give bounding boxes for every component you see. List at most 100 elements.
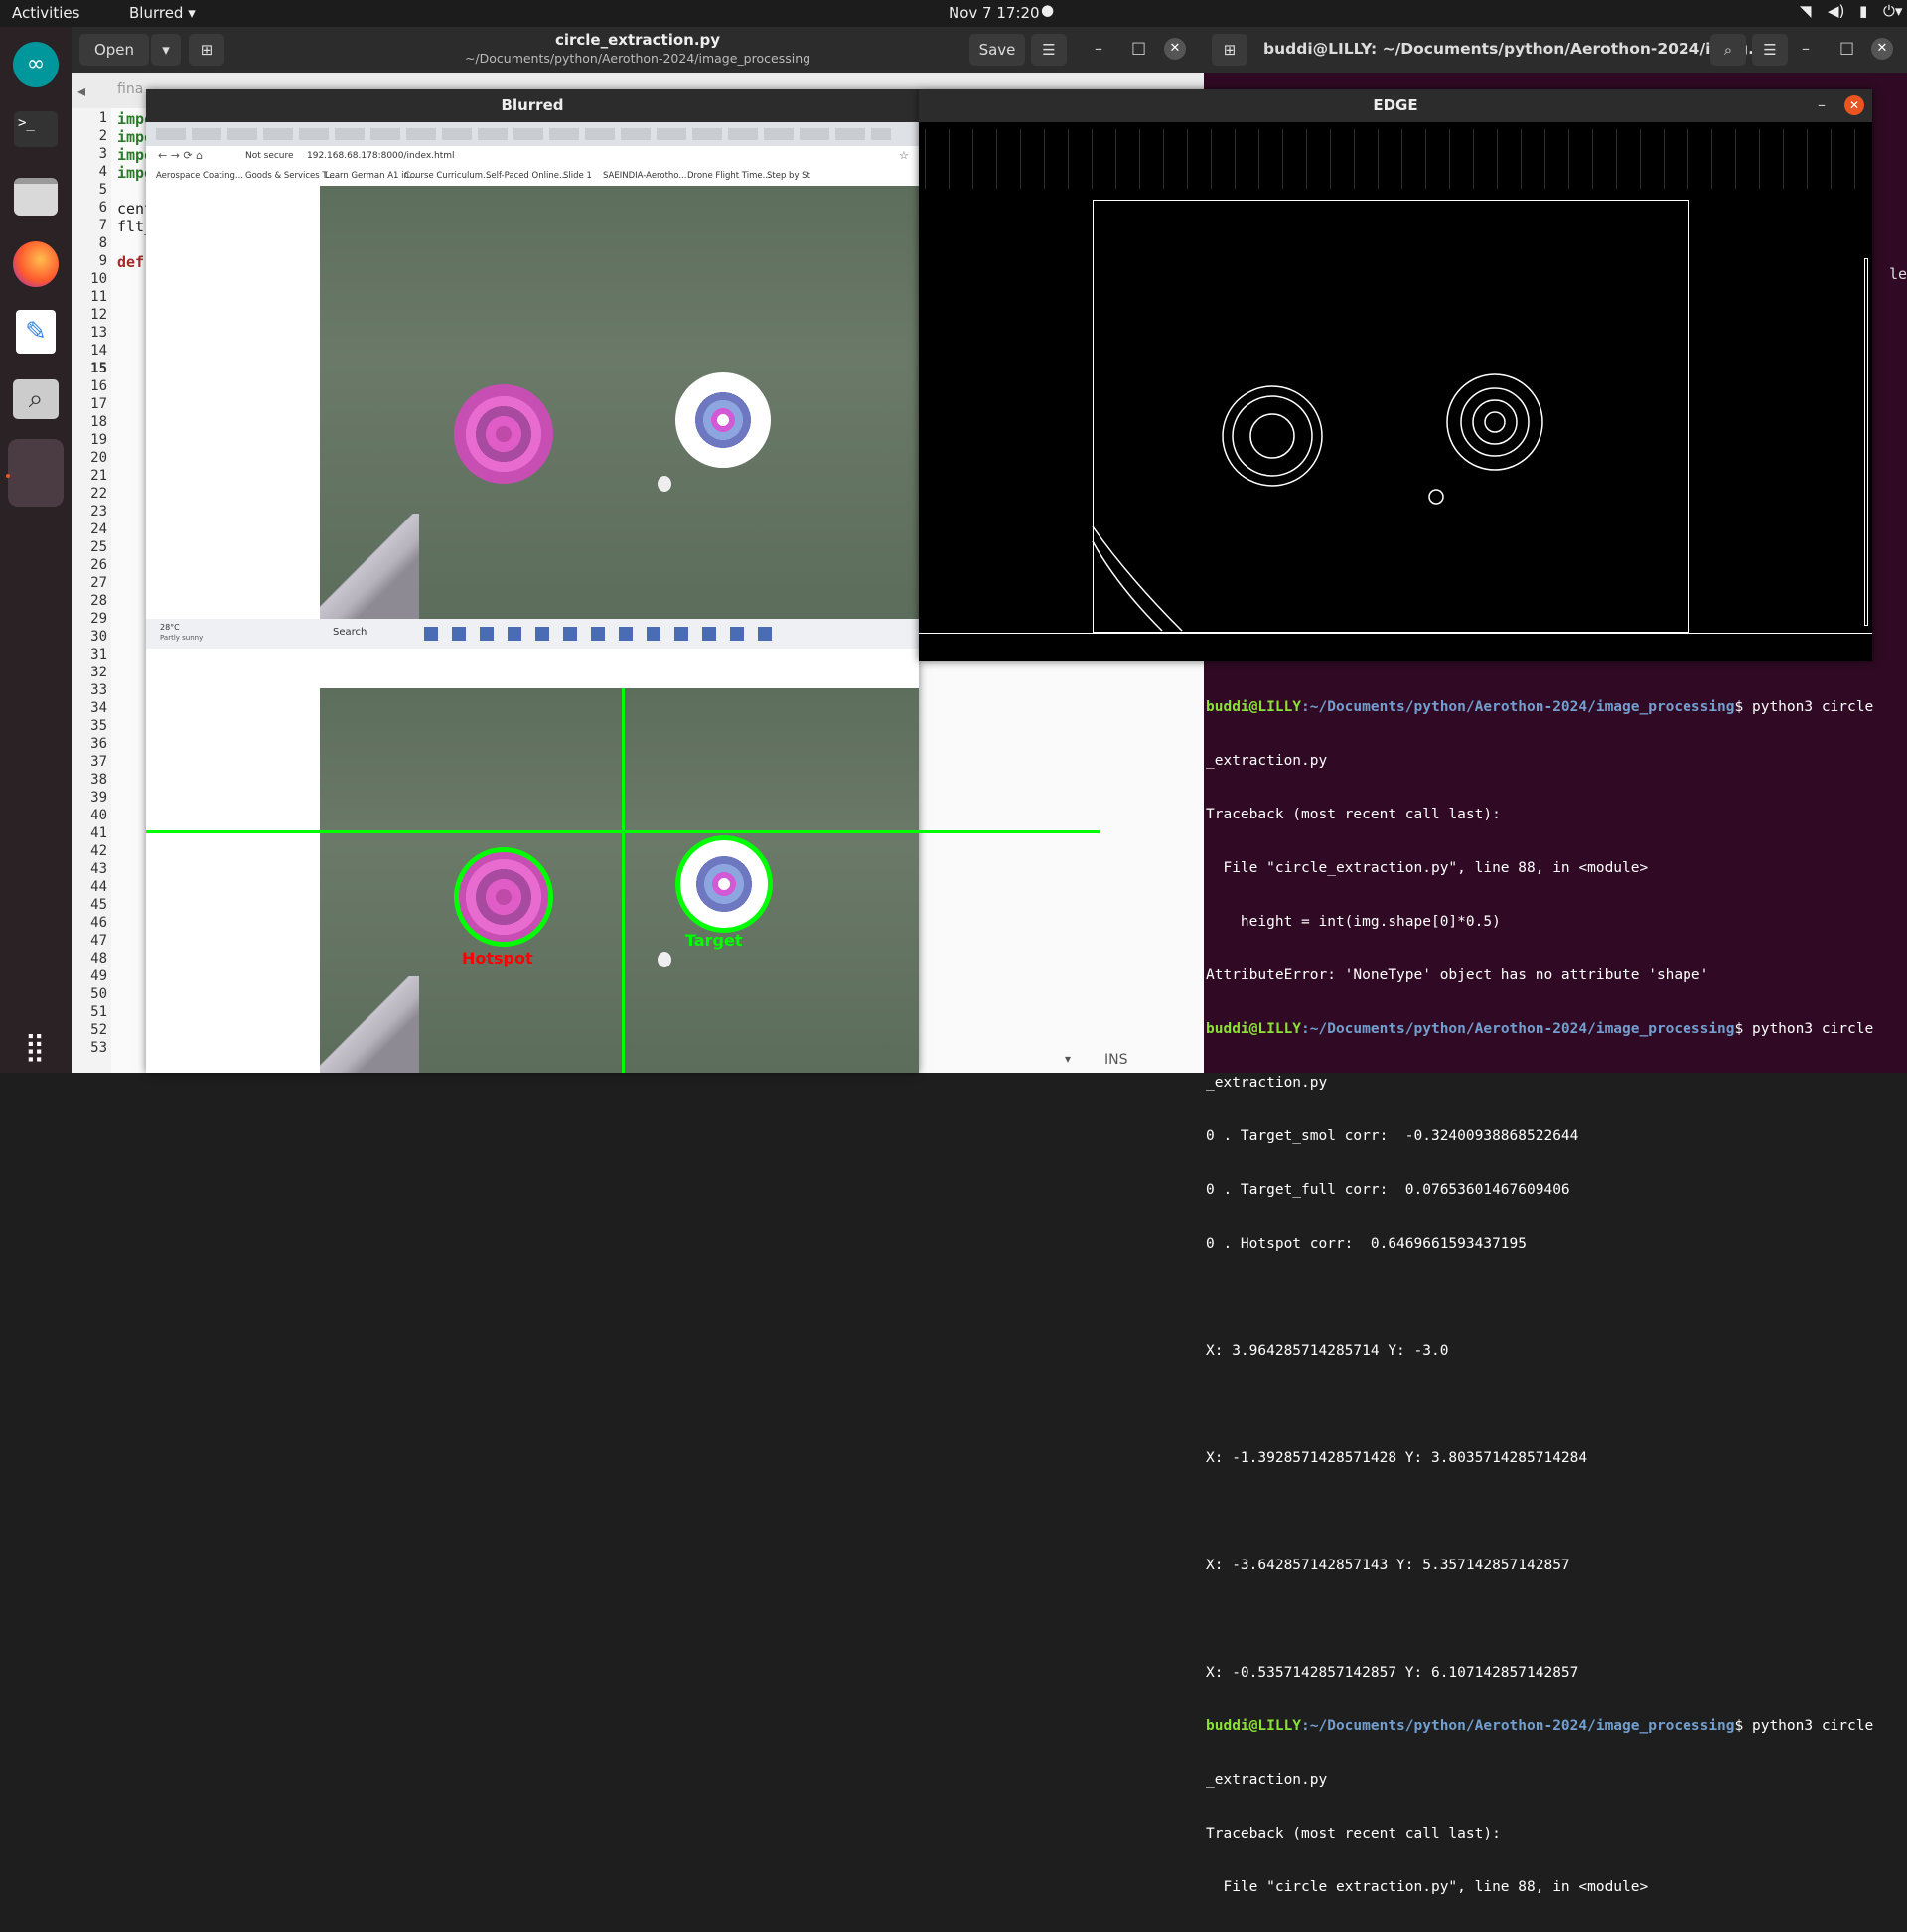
target-blur [675, 372, 771, 468]
code-line-9[interactable]: def [117, 253, 144, 271]
windows-taskbar: 28°C Partly sunny Search [146, 619, 919, 649]
line-number: 12 [90, 307, 107, 323]
terminal-partial-text: le [1889, 265, 1907, 283]
maximize-icon[interactable]: □ [1131, 38, 1146, 57]
blurred-window: Blurred ← → ⟳ ⌂ Not secure 192.168.68.17… [146, 89, 1100, 1073]
image-viewer-icon[interactable]: ⌕ [8, 372, 64, 427]
line-number: 31 [90, 647, 107, 663]
activities-button[interactable]: Activities [12, 4, 79, 22]
line-number: 11 [90, 289, 107, 305]
line-number: 41 [90, 825, 107, 841]
taskbar-search: Search [333, 627, 367, 638]
wifi-icon[interactable]: ◥ [1800, 2, 1812, 20]
line-number: 35 [90, 718, 107, 734]
line-number: 29 [90, 611, 107, 627]
terminal-minimize-icon[interactable]: – [1802, 39, 1810, 58]
line-number: 9 [98, 253, 107, 269]
line-number: 27 [90, 575, 107, 591]
terminal-app-icon[interactable]: >_ [8, 101, 64, 157]
text-editor-icon[interactable]: ✎ [8, 304, 64, 360]
line-number: 7 [98, 218, 107, 233]
terminal-menu-icon[interactable]: ☰ [1752, 34, 1788, 66]
battery-icon[interactable]: ▮ [1859, 2, 1867, 20]
save-button[interactable]: Save [969, 34, 1025, 66]
field-image-annotated: Hotspot Target [320, 688, 919, 1073]
terminal-new-tab-icon[interactable]: ⊞ [1212, 34, 1247, 66]
line-number: 15 [90, 361, 107, 376]
line-number: 45 [90, 897, 107, 913]
tab-scroll-left-icon[interactable]: ◂ [77, 81, 85, 100]
firefox-icon[interactable] [8, 236, 64, 292]
open-button[interactable]: Open [79, 34, 149, 66]
line-number: 37 [90, 754, 107, 770]
running-indicator [6, 474, 10, 478]
line-number: 43 [90, 861, 107, 877]
tab-label[interactable]: fina [117, 81, 143, 97]
not-secure-label: Not secure [245, 151, 294, 161]
target-label: Target [685, 931, 743, 950]
line-number: 5 [98, 182, 107, 198]
line-number: 38 [90, 772, 107, 788]
new-tab-icon[interactable]: ⊞ [189, 34, 224, 66]
clock[interactable]: Nov 7 17:20 [949, 4, 1040, 22]
gedit-filename: circle_extraction.py [554, 31, 721, 49]
terminal-output[interactable]: buddi@LILLY:~/Documents/python/Aerothon-… [1206, 663, 1901, 1932]
hotspot-edge-ring [1222, 385, 1323, 487]
hotspot-detection-circle [454, 847, 553, 947]
edge-scroll-outline [1864, 258, 1868, 626]
vertical-center-line [622, 688, 625, 1073]
hotspot-target-blur [454, 384, 553, 484]
top-bar: Activities Blurred ▾ Nov 7 17:20 ● ◥ ◀) … [0, 0, 1907, 27]
minimize-icon[interactable]: – [1095, 39, 1102, 58]
files-icon[interactable] [8, 169, 64, 224]
field-image-top [320, 186, 919, 619]
open-menu-chevron-icon[interactable]: ▾ [151, 34, 181, 66]
line-number: 42 [90, 843, 107, 859]
line-number: 36 [90, 736, 107, 752]
active-app-slot[interactable] [8, 439, 64, 507]
line-number: 44 [90, 879, 107, 895]
line-number: 33 [90, 682, 107, 698]
line-number: 13 [90, 325, 107, 341]
terminal-close-icon[interactable]: ✕ [1871, 38, 1893, 60]
edge-contours [1092, 373, 1543, 632]
line-number: 24 [90, 521, 107, 537]
line-number: 21 [90, 468, 107, 484]
line-number: 1 [98, 110, 107, 126]
power-menu-icon[interactable]: ⏻▾ [1883, 2, 1902, 20]
status-chevron-icon[interactable]: ▾ [1065, 1052, 1071, 1066]
notification-dot-icon: ● [1041, 1, 1055, 19]
url-text: 192.168.68.178:8000/index.html [307, 151, 455, 161]
terminal-maximize-icon[interactable]: □ [1839, 38, 1854, 57]
arduino-icon[interactable]: ∞ [8, 37, 64, 92]
app-menu[interactable]: Blurred ▾ [129, 4, 196, 22]
close-icon[interactable]: ✕ [1164, 38, 1186, 60]
browser-address-row: ← → ⟳ ⌂ Not secure 192.168.68.178:8000/i… [146, 146, 919, 168]
line-number: 10 [90, 271, 107, 287]
browser-tab-strip [146, 122, 919, 146]
ball-edge [1428, 489, 1444, 505]
gedit-path: ~/Documents/python/Aerothon-2024/image_p… [464, 51, 811, 66]
target-detection-circle [675, 835, 773, 933]
building-edge [320, 514, 419, 619]
ins-indicator: INS [1104, 1052, 1128, 1068]
terminal-search-icon[interactable]: ⌕ [1710, 34, 1746, 66]
line-number: 34 [90, 700, 107, 716]
line-number: 16 [90, 378, 107, 394]
show-apps-icon[interactable]: ⣿ [8, 1018, 64, 1074]
browser-back-icon: ← → ⟳ ⌂ [158, 149, 204, 162]
building-edge-2 [320, 976, 419, 1073]
line-number: 26 [90, 557, 107, 573]
line-number: 49 [90, 968, 107, 984]
line-number: 2 [98, 128, 107, 144]
hamburger-menu-icon[interactable]: ☰ [1031, 34, 1067, 66]
line-number: 47 [90, 933, 107, 949]
terminal-title: buddi@LILLY: ~/Documents/python/Aerothon… [1263, 40, 1766, 58]
line-number: 17 [90, 396, 107, 412]
line-number: 23 [90, 504, 107, 520]
line-number: 28 [90, 593, 107, 609]
line-number: 8 [98, 235, 107, 251]
volume-icon[interactable]: ◀) [1828, 2, 1844, 20]
line-number: 50 [90, 986, 107, 1002]
blurred-titlebar: Blurred [146, 89, 919, 122]
